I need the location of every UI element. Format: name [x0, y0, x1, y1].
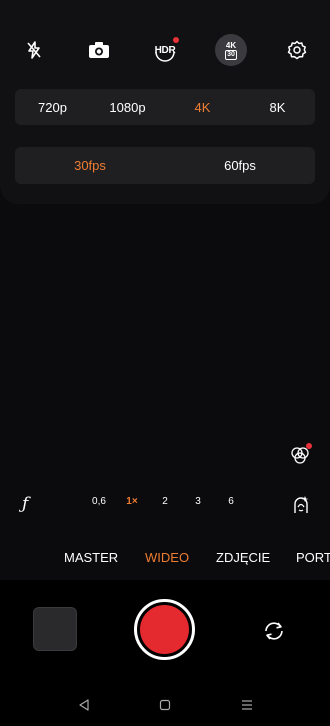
- top-toolbar: HDR 4K 30: [0, 34, 330, 66]
- framerate-option-30fps[interactable]: 30fps: [15, 158, 165, 173]
- settings-panel: HDR 4K 30 720p 1080p 4K 8K 30fps 60fps: [0, 0, 330, 204]
- record-button-inner: [140, 605, 189, 654]
- resolution-option-1080p[interactable]: 1080p: [90, 100, 165, 115]
- hdr-icon[interactable]: HDR: [149, 34, 181, 66]
- aperture-icon[interactable]: ƒ: [22, 494, 28, 514]
- filter-indicator-dot: [306, 443, 312, 449]
- resolution-4k30-icon[interactable]: 4K 30: [215, 34, 247, 66]
- system-navigation-bar: [0, 690, 330, 720]
- camera-mode-icon[interactable]: [83, 34, 115, 66]
- nav-menu-icon[interactable]: [237, 696, 257, 714]
- resolution-badge-line2: 30: [225, 49, 237, 60]
- camera-mode-switcher: MASTER WIDEO ZDJĘCIE PORT: [0, 550, 330, 570]
- zoom-level-1x[interactable]: 1×: [121, 496, 143, 507]
- zoom-level-2[interactable]: 2: [154, 496, 176, 507]
- nav-back-icon[interactable]: [74, 696, 94, 714]
- mode-master[interactable]: MASTER: [64, 550, 118, 565]
- filter-effects-icon[interactable]: [286, 442, 314, 470]
- hdr-indicator-dot: [173, 37, 179, 43]
- resolution-selector: 720p 1080p 4K 8K: [15, 89, 315, 125]
- nav-home-icon[interactable]: [155, 696, 175, 714]
- mode-portrait[interactable]: PORT: [296, 550, 330, 565]
- mode-photo[interactable]: ZDJĘCIE: [216, 550, 270, 565]
- resolution-option-8k[interactable]: 8K: [240, 100, 315, 115]
- record-button[interactable]: [134, 599, 195, 660]
- framerate-selector: 30fps 60fps: [15, 147, 315, 184]
- zoom-level-3[interactable]: 3: [187, 496, 209, 507]
- zoom-bar: ƒ 0,6 1× 2 3 6: [0, 494, 330, 516]
- gallery-thumbnail[interactable]: [33, 607, 77, 651]
- flash-off-icon[interactable]: [18, 34, 50, 66]
- settings-gear-icon[interactable]: [281, 34, 313, 66]
- resolution-option-4k[interactable]: 4K: [165, 100, 240, 115]
- zoom-level-0-6[interactable]: 0,6: [88, 496, 110, 507]
- mode-video[interactable]: WIDEO: [145, 550, 189, 565]
- framerate-option-60fps[interactable]: 60fps: [165, 158, 315, 173]
- resolution-option-720p[interactable]: 720p: [15, 100, 90, 115]
- zoom-level-6[interactable]: 6: [220, 496, 242, 507]
- beauty-face-icon[interactable]: [290, 494, 312, 516]
- switch-camera-icon[interactable]: [260, 617, 288, 645]
- resolution-badge-line1: 4K: [225, 40, 237, 50]
